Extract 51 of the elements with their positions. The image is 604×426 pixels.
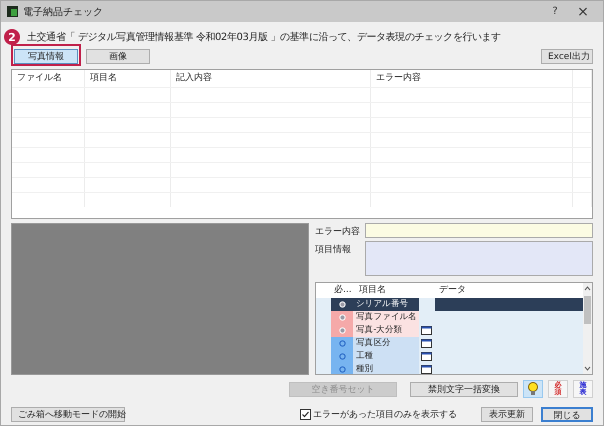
circle-icon	[338, 301, 346, 308]
grid-cell: シリアル番号	[353, 298, 419, 311]
tab[interactable]: 画像	[86, 48, 150, 64]
tab[interactable]: 写真情報	[14, 48, 78, 64]
step-badge: 2	[4, 29, 20, 45]
trash-mode-button[interactable]: ごみ箱へ移動モードの開始	[11, 407, 125, 422]
window-icon[interactable]	[420, 339, 432, 348]
checkbox-label: エラーがあった項目のみを表示する	[313, 408, 457, 421]
app-icon	[7, 6, 18, 17]
column-header: 項目名	[85, 70, 171, 87]
field-label: エラー内容	[315, 226, 361, 238]
scroll-down-icon[interactable]	[584, 366, 591, 371]
grid-cell: 種別	[353, 363, 419, 374]
refresh-button[interactable]: 表示更新	[481, 407, 533, 422]
circle-icon	[338, 366, 346, 373]
description: 土交通省「 デジタル写真管理情報基準 令和02年03月版 」の基準に沿って、データ表現のチェックを行います	[27, 30, 501, 44]
grid-row[interactable]: 写真-大分類	[316, 324, 583, 337]
close-button[interactable]: ×	[569, 1, 597, 22]
circle-icon	[338, 340, 346, 347]
grid-row[interactable]: 写真区分	[316, 337, 583, 350]
window-title: 電子納品チェック	[23, 6, 103, 18]
excel-button[interactable]: Excel出力	[541, 48, 593, 64]
column-header: 記入内容	[171, 70, 371, 87]
convert-button[interactable]: 禁則文字一括変換	[410, 382, 518, 396]
help-button[interactable]: ?	[541, 1, 569, 22]
column-header: 必...	[333, 284, 353, 297]
grid-cell: 写真-大分類	[353, 324, 419, 337]
close-dialog-button[interactable]: 閉じる	[541, 407, 593, 422]
scroll-up-icon[interactable]	[584, 286, 591, 291]
scrollbar[interactable]	[583, 283, 592, 374]
grid-cell: 工種	[353, 350, 419, 363]
column-header: エラー内容	[371, 70, 573, 87]
grid-cell: 写真区分	[353, 337, 419, 350]
window-icon[interactable]	[420, 352, 432, 361]
window-icon[interactable]	[420, 365, 432, 374]
column-header: ファイル名	[12, 70, 85, 87]
grid-row[interactable]: 種別	[316, 363, 583, 374]
checkbox[interactable]	[300, 409, 311, 420]
circle-icon	[338, 327, 346, 334]
circle-icon	[338, 353, 346, 360]
window-icon[interactable]	[420, 326, 432, 335]
error-field[interactable]	[365, 223, 593, 238]
column-header: データ	[438, 284, 467, 297]
grid-row[interactable]: 工種	[316, 350, 583, 363]
grid-cell: 写真ファイル名	[353, 311, 419, 324]
field-label: 項目情報	[315, 244, 352, 257]
info-field[interactable]	[365, 241, 593, 276]
column-header: 項目名	[358, 284, 387, 297]
bulb-button[interactable]	[523, 380, 543, 398]
grid-row[interactable]: 写真ファイル名	[316, 311, 583, 324]
circle-icon	[338, 314, 346, 321]
